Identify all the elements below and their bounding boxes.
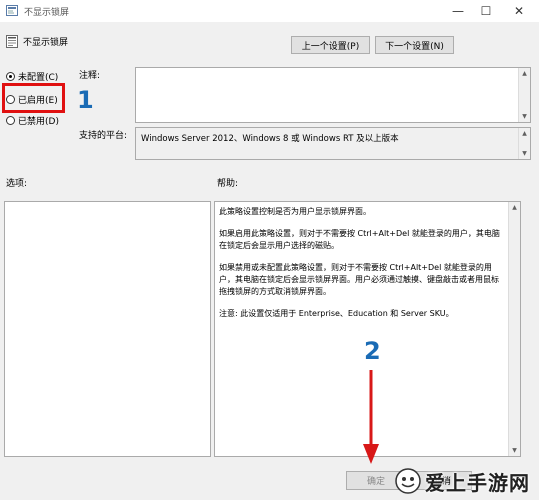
scroll-up-icon[interactable]: ▲ xyxy=(519,68,530,79)
help-label: 帮助: xyxy=(217,179,239,189)
annotation-highlight-box xyxy=(2,83,65,113)
scroll-down-icon[interactable]: ▼ xyxy=(519,148,530,159)
watermark-text: 爱上手游网 xyxy=(425,470,530,495)
help-paragraph: 此策略设置控制是否为用户显示锁屏界面。 xyxy=(219,207,371,216)
minimize-icon: — xyxy=(452,4,464,18)
annotation-arrow-icon xyxy=(363,370,379,464)
policy-setting-icon xyxy=(6,35,18,48)
maximize-icon: ☐ xyxy=(480,4,492,18)
supported-platform-text: Windows Server 2012、Windows 8 或 Windows … xyxy=(141,134,399,144)
help-scrollbar[interactable]: ▲ ▼ xyxy=(508,202,520,456)
close-button[interactable]: ✕ xyxy=(503,0,535,22)
help-content: 此策略设置控制是否为用户显示锁屏界面。 如果启用此策略设置，则对于不需要按 Ct… xyxy=(219,206,506,330)
radio-not-configured[interactable]: 未配置(C) xyxy=(6,70,58,83)
close-icon: ✕ xyxy=(513,4,525,18)
annotation-marker-2: 2 xyxy=(364,337,381,365)
radio-not-configured-label: 未配置(C) xyxy=(18,73,59,83)
radio-not-configured-dot[interactable] xyxy=(6,72,15,81)
scroll-up-icon[interactable]: ▲ xyxy=(519,128,530,139)
comment-scrollbar[interactable]: ▲ ▼ xyxy=(518,68,530,122)
next-setting-button[interactable]: 下一个设置(N) xyxy=(375,36,454,54)
supported-scrollbar[interactable]: ▲ ▼ xyxy=(518,128,530,159)
annotation-marker-1: 1 xyxy=(77,86,94,114)
maximize-button[interactable]: ☐ xyxy=(470,0,502,22)
options-label: 选项: xyxy=(6,179,28,189)
radio-disabled-dot[interactable] xyxy=(6,116,15,125)
watermark: 爱上手游网 xyxy=(395,466,535,496)
comment-label: 注释: xyxy=(79,71,101,81)
scroll-up-icon[interactable]: ▲ xyxy=(509,202,520,213)
radio-disabled[interactable]: 已禁用(D) xyxy=(6,114,59,127)
options-pane xyxy=(4,201,211,457)
window-title: 不显示锁屏 xyxy=(24,8,70,18)
supported-platform-label: 支持的平台: xyxy=(79,131,128,141)
policy-title: 不显示锁屏 xyxy=(23,38,69,48)
comment-textarea[interactable]: ▲ ▼ xyxy=(135,67,531,123)
help-paragraph: 如果禁用或未配置此策略设置，则对于不需要按 Ctrl+Alt+Del 就能登录的… xyxy=(219,263,499,296)
watermark-logo-icon xyxy=(395,468,421,494)
help-paragraph: 注意: 此设置仅适用于 Enterprise、Education 和 Serve… xyxy=(219,309,454,318)
policy-icon xyxy=(6,5,18,16)
help-paragraph: 如果启用此策略设置，则对于不需要按 Ctrl+Alt+Del 就能登录的用户，其… xyxy=(219,229,500,250)
scroll-down-icon[interactable]: ▼ xyxy=(519,111,530,122)
scroll-down-icon[interactable]: ▼ xyxy=(509,445,520,456)
supported-platform-box: Windows Server 2012、Windows 8 或 Windows … xyxy=(135,127,531,160)
previous-setting-button[interactable]: 上一个设置(P) xyxy=(291,36,370,54)
radio-disabled-label: 已禁用(D) xyxy=(18,117,59,127)
